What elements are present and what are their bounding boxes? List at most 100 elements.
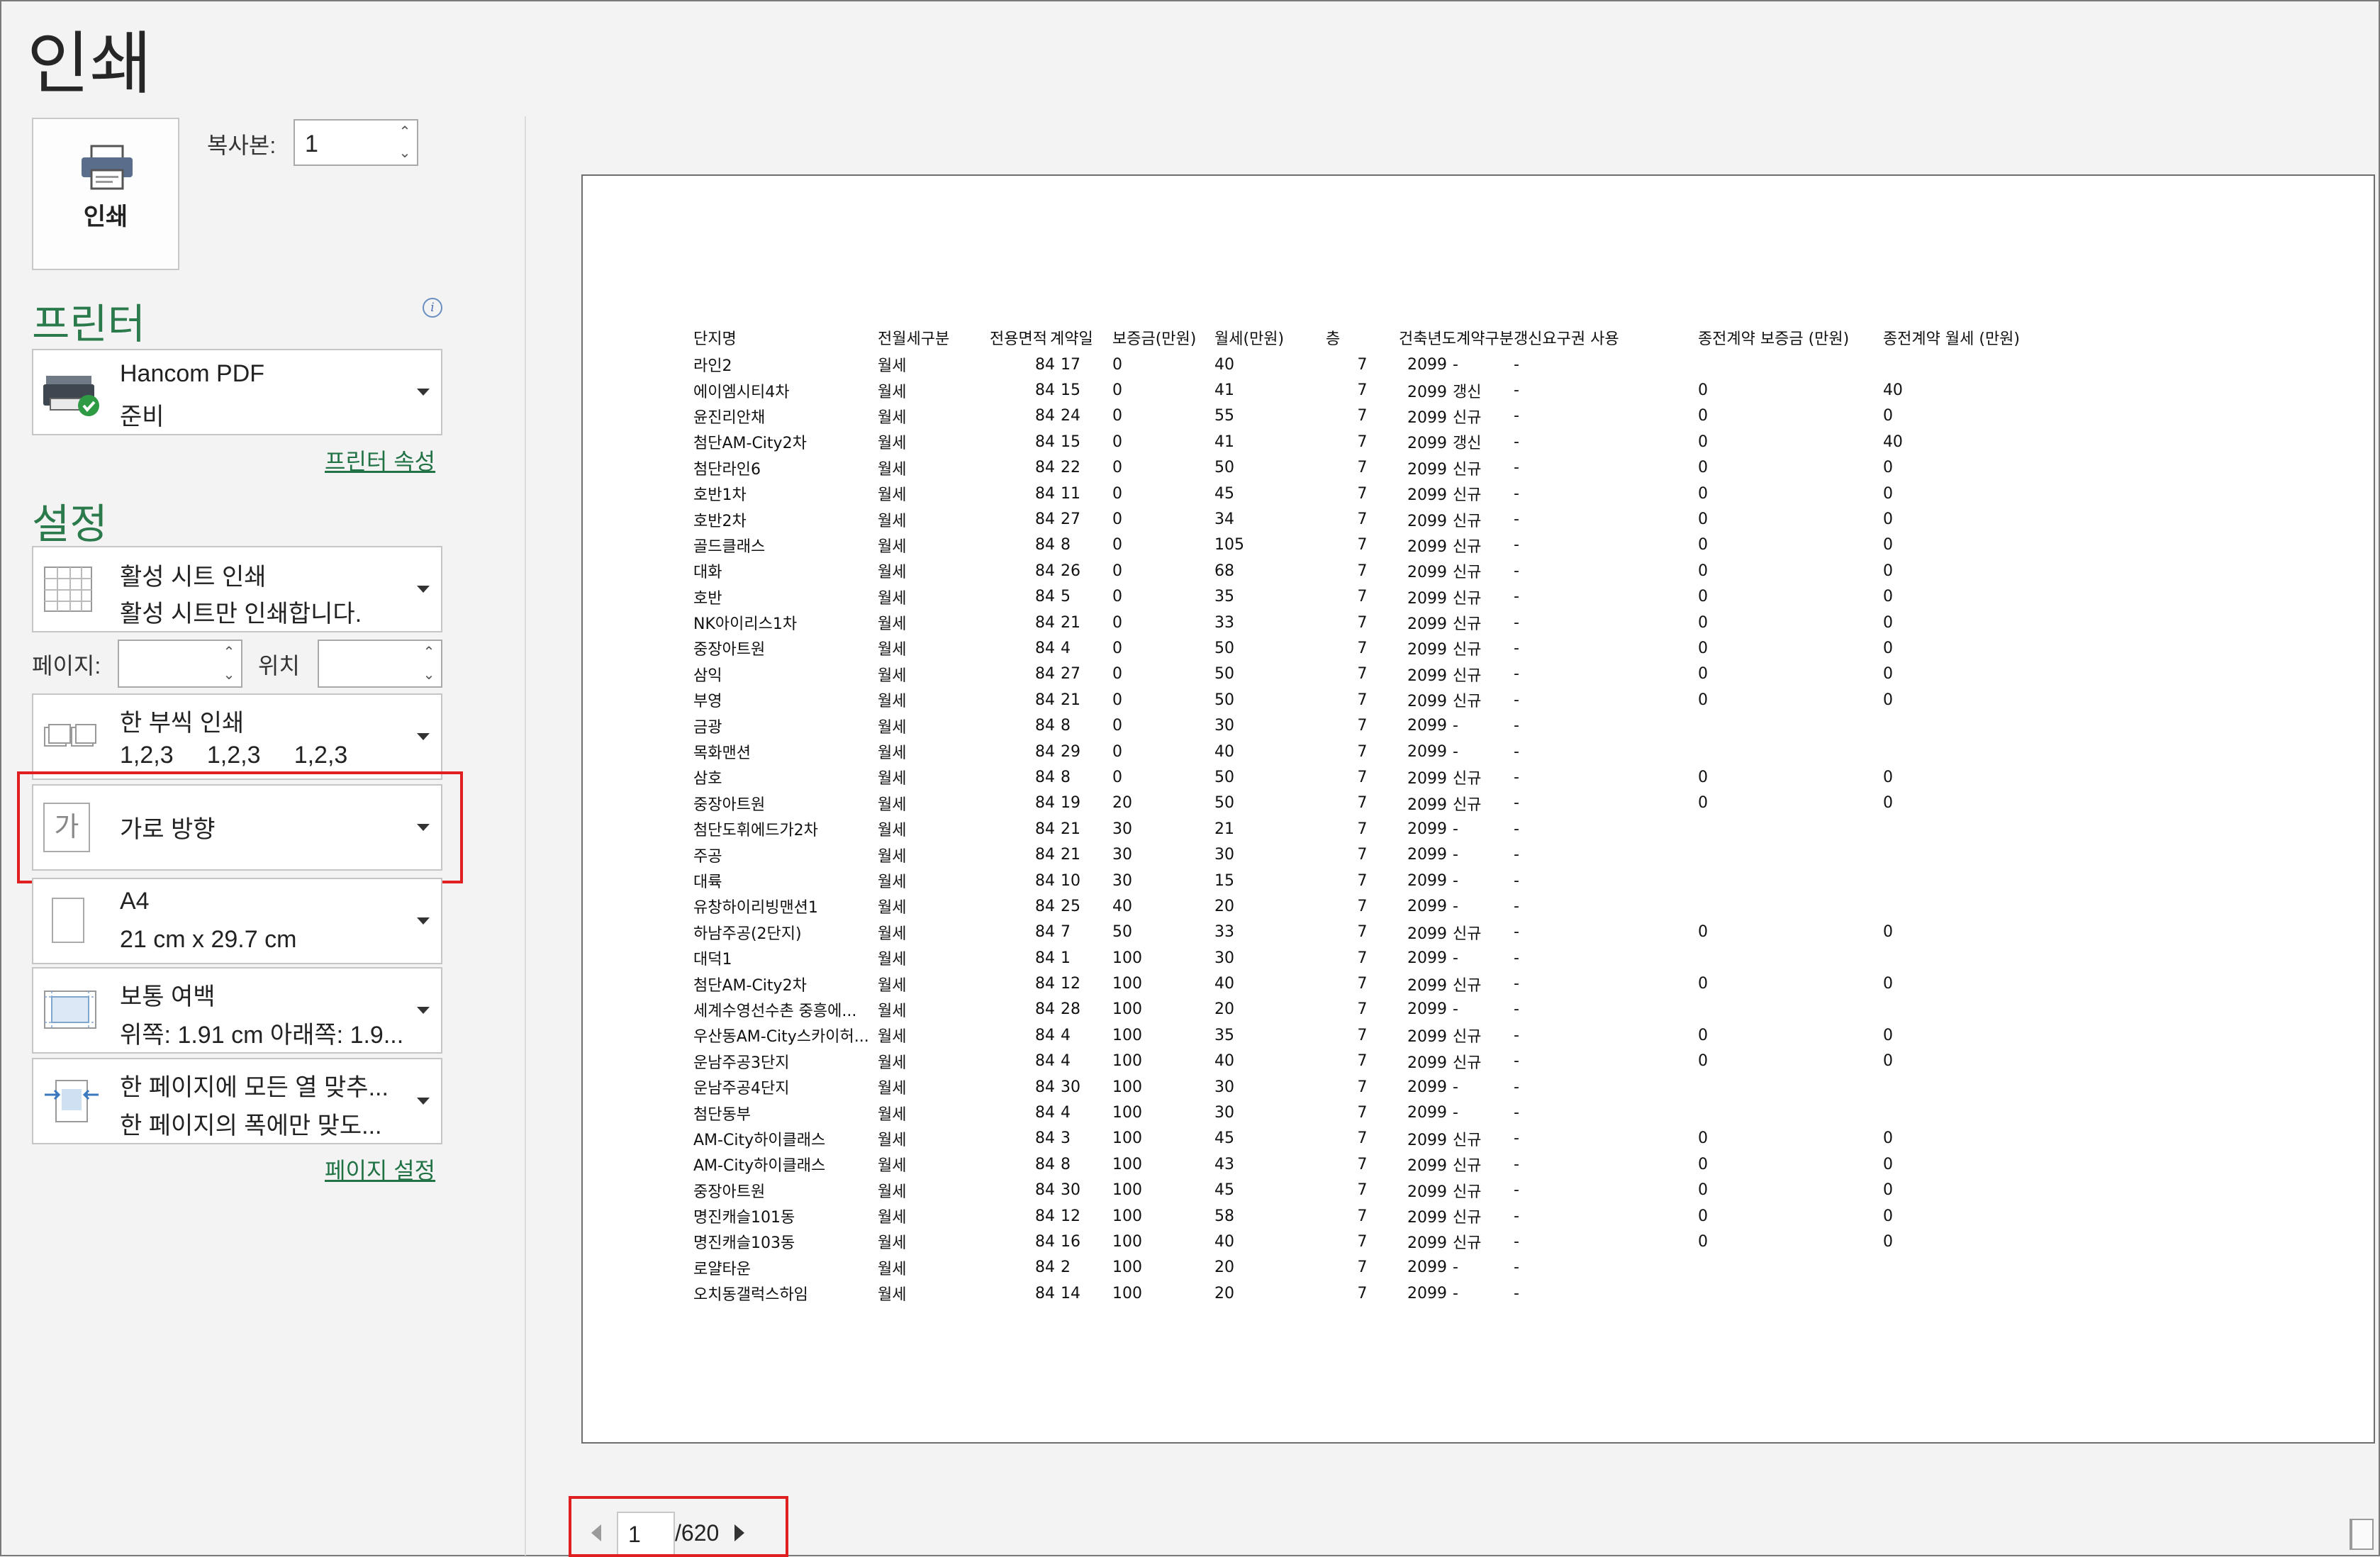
preview-row: 첨단AM-City2차 월세 84 12 100 40 7 2099 신규 - 0 0 — [693, 971, 2067, 996]
preview-cell-value: 0 — [1112, 484, 1122, 503]
preview-cell-value: - — [1513, 742, 1519, 761]
preview-cell: 월세 — [878, 1280, 990, 1306]
preview-cell: 58 — [1214, 1203, 1326, 1229]
preview-cell-value: 2099 — [1407, 435, 1447, 453]
preview-cell: 0 — [1112, 403, 1214, 429]
preview-cell-value: 0 — [1112, 510, 1122, 529]
preview-cell-value: 84 — [1035, 381, 1055, 400]
preview-cell-value: 16 — [1061, 1232, 1080, 1251]
preview-cell-value: 월세 — [878, 460, 907, 479]
chevron-down-icon — [417, 1007, 430, 1014]
preview-cell: 84 19 — [990, 791, 1112, 816]
preview-row: 금광 월세 84 8 0 30 7 2099- - — [693, 713, 2067, 738]
pages-to-up-icon[interactable]: ⌃ — [421, 642, 437, 662]
pages-from-down-icon[interactable]: ⌄ — [221, 665, 237, 685]
collate-icon — [44, 724, 96, 747]
preview-cell-value: 0 — [1697, 432, 1708, 451]
copies-down-icon[interactable]: ⌄ — [397, 143, 413, 163]
preview-cell: 월세 — [878, 868, 990, 893]
preview-cell-value: 30 — [1214, 717, 1234, 735]
preview-cell-value: 84 — [1035, 484, 1055, 503]
preview-cell-value: 2099 — [1407, 770, 1447, 788]
preview-cell-value: 대화 — [693, 564, 722, 582]
paper-size-dropdown[interactable]: A4 21 cm x 29.7 cm — [32, 878, 442, 964]
preview-cell-value: 월세 — [878, 847, 907, 866]
preview-cell: 84 28 — [990, 997, 1112, 1022]
preview-cell-value: 신규 — [1453, 1183, 1482, 1201]
preview-cell-value: 84 — [1035, 665, 1055, 683]
collate-dropdown[interactable]: 한 부씩 인쇄 1,2,3 1,2,3 1,2,3 — [32, 693, 442, 780]
preview-cell-value: 0 — [1882, 1232, 1893, 1251]
preview-cell-value: 58 — [1214, 1207, 1234, 1225]
copies-up-icon[interactable]: ⌃ — [397, 122, 413, 142]
preview-cell: 대륙 — [693, 868, 878, 893]
preview-cell-value: 30 — [1112, 871, 1132, 890]
preview-cell-value: 0 — [1697, 768, 1708, 786]
preview-cell-value: 84 — [1035, 1129, 1055, 1148]
preview-cell: 0 — [1883, 635, 2067, 661]
preview-cell — [1883, 1100, 2067, 1125]
preview-cell-value: 2099 — [1407, 871, 1447, 890]
preview-cell-value: 월세 — [878, 615, 907, 634]
preview-cell: 2099- — [1399, 945, 1514, 971]
pages-from-input[interactable]: ⌃ ⌄ — [118, 640, 242, 688]
preview-cell-value: 84 — [1035, 1052, 1055, 1071]
preview-cell: 7 — [1326, 1203, 1399, 1229]
preview-cell-value: 100 — [1112, 1181, 1142, 1200]
info-icon[interactable]: i — [423, 298, 442, 318]
print-what-dropdown[interactable]: 활성 시트 인쇄 활성 시트만 인쇄합니다. — [32, 546, 442, 632]
preview-cell-value: 15 — [1214, 871, 1234, 890]
preview-header-cell: 단지명 — [693, 323, 878, 352]
preview-cell-value: 신규 — [1453, 1157, 1482, 1176]
preview-cell: 84 4 — [990, 1022, 1112, 1048]
preview-cell-value: 50 — [1214, 665, 1234, 683]
margins-dropdown[interactable]: 보통 여백 위쪽: 1.91 cm 아래쪽: 1.9... — [32, 967, 442, 1054]
print-button[interactable]: 인쇄 — [32, 118, 179, 270]
preview-cell-value: - — [1513, 510, 1519, 529]
preview-cell-value: - — [1513, 691, 1519, 709]
preview-cell-value: 7 — [1357, 1000, 1368, 1019]
preview-cell: 0 — [1883, 1022, 2067, 1048]
copies-input[interactable]: 1 ⌃ ⌄ — [294, 119, 418, 166]
pages-from-up-icon[interactable]: ⌃ — [221, 642, 237, 662]
preview-cell: 20 — [1214, 1255, 1326, 1280]
preview-row: 중장아트원 월세 84 30 100 45 7 2099 신규 - 0 0 — [693, 1178, 2067, 1203]
copies-label: 복사본: — [207, 133, 276, 158]
preview-cell-value: 0 — [1112, 665, 1122, 683]
preview-cell-value: 84 — [1035, 949, 1055, 967]
preview-cell-value: 84 — [1035, 975, 1055, 993]
chevron-down-icon — [417, 917, 430, 925]
preview-cell-value: 0 — [1882, 562, 1893, 580]
preview-header-label: 계약구분 — [1456, 330, 1514, 348]
printer-properties-link[interactable]: 프린터 속성 — [325, 444, 435, 476]
preview-cell-value: 월세 — [878, 899, 907, 917]
preview-cell: 월세 — [878, 816, 990, 842]
preview-cell-value: 7 — [1357, 510, 1368, 529]
preview-cell-value: 월세 — [878, 718, 907, 737]
zoom-to-page-icon[interactable] — [2350, 1519, 2374, 1550]
preview-cell: 0 — [1112, 352, 1214, 377]
printer-dropdown[interactable]: Hancom PDF 준비 — [32, 349, 442, 435]
preview-cell-value: 50 — [1214, 639, 1234, 657]
preview-cell: 84 3 — [990, 1126, 1112, 1151]
preview-cell: 0 — [1112, 558, 1214, 584]
preview-cell-value: - — [1513, 381, 1519, 400]
preview-cell — [1883, 1280, 2067, 1306]
preview-cell-value: 중장아트원 — [693, 1183, 766, 1201]
preview-cell: 7 — [1326, 455, 1399, 481]
page-setup-link[interactable]: 페이지 설정 — [325, 1153, 435, 1185]
preview-cell: 2099 신규 — [1399, 791, 1514, 816]
preview-cell-value: 대덕1 — [693, 951, 732, 969]
pages-to-down-icon[interactable]: ⌄ — [421, 665, 437, 685]
pages-to-input[interactable]: ⌃ ⌄ — [318, 640, 442, 688]
preview-cell-value: 2099 — [1407, 820, 1447, 838]
preview-header-label: 계약일 — [1049, 330, 1093, 348]
scaling-dropdown[interactable]: 한 페이지에 모든 열 맞추... 한 페이지의 폭에만 맞도... — [32, 1058, 442, 1144]
preview-cell: 2099- — [1399, 352, 1514, 377]
preview-cell-value: 0 — [1882, 923, 1893, 942]
preview-cell: 2099- — [1399, 842, 1514, 867]
preview-cell-value: 월세 — [878, 1286, 907, 1305]
preview-cell: 2099 신규 — [1399, 687, 1514, 713]
preview-header-cell: 보증금(만원) — [1112, 323, 1214, 352]
preview-cell — [1883, 739, 2067, 764]
